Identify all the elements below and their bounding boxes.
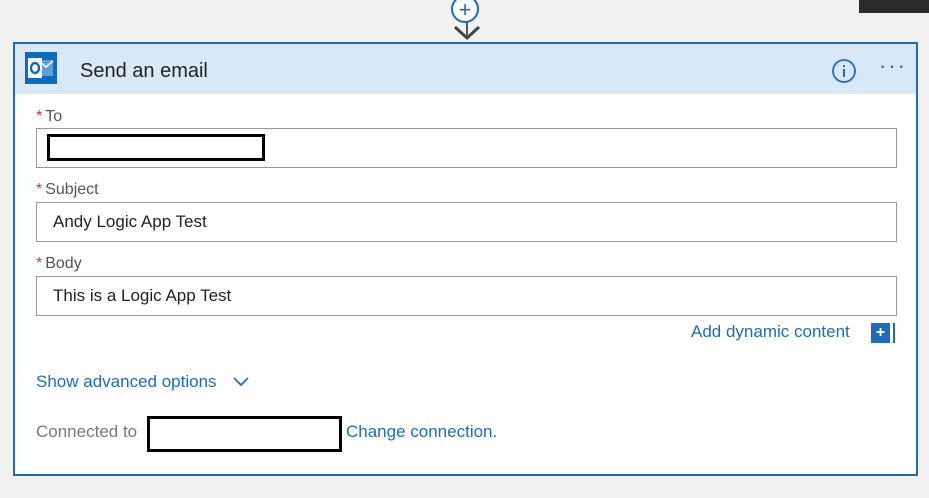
send-email-action-card: Send an email ··· * To * Subject Andy Logi… <box>13 42 918 476</box>
redacted-connection <box>147 416 342 452</box>
subject-field[interactable]: Andy Logic App Test <box>36 202 897 242</box>
body-field[interactable]: This is a Logic App Test <box>36 276 897 316</box>
redacted-recipient <box>47 134 265 161</box>
top-right-dark-panel <box>859 0 929 13</box>
card-header[interactable]: Send an email ··· <box>15 44 916 94</box>
card-title: Send an email <box>80 60 208 82</box>
chevron-down-icon[interactable] <box>232 376 250 388</box>
flow-arrow-icon <box>453 25 481 41</box>
to-label-text: To <box>45 108 63 125</box>
info-icon[interactable] <box>831 58 857 84</box>
add-dynamic-content-link[interactable]: Add dynamic content <box>691 322 850 342</box>
add-dynamic-content-button[interactable]: + <box>871 323 893 343</box>
required-marker: * <box>36 181 43 198</box>
body-label-text: Body <box>45 255 82 272</box>
change-connection-link[interactable]: Change connection. <box>346 422 497 442</box>
connected-to-label: Connected to <box>36 422 138 441</box>
body-value: This is a Logic App Test <box>53 286 232 305</box>
to-field[interactable] <box>36 128 897 168</box>
body-label: * Body <box>36 255 82 273</box>
more-options-icon[interactable]: ··· <box>879 55 909 82</box>
subject-value: Andy Logic App Test <box>53 212 207 231</box>
outlook-icon <box>25 52 57 84</box>
required-marker: * <box>36 108 43 125</box>
add-step-button[interactable]: + <box>451 0 479 23</box>
required-marker: * <box>36 255 43 272</box>
subject-label-text: Subject <box>45 181 99 198</box>
to-label: * To <box>36 108 62 126</box>
show-advanced-options-link[interactable]: Show advanced options <box>36 372 217 392</box>
subject-label: * Subject <box>36 181 99 199</box>
